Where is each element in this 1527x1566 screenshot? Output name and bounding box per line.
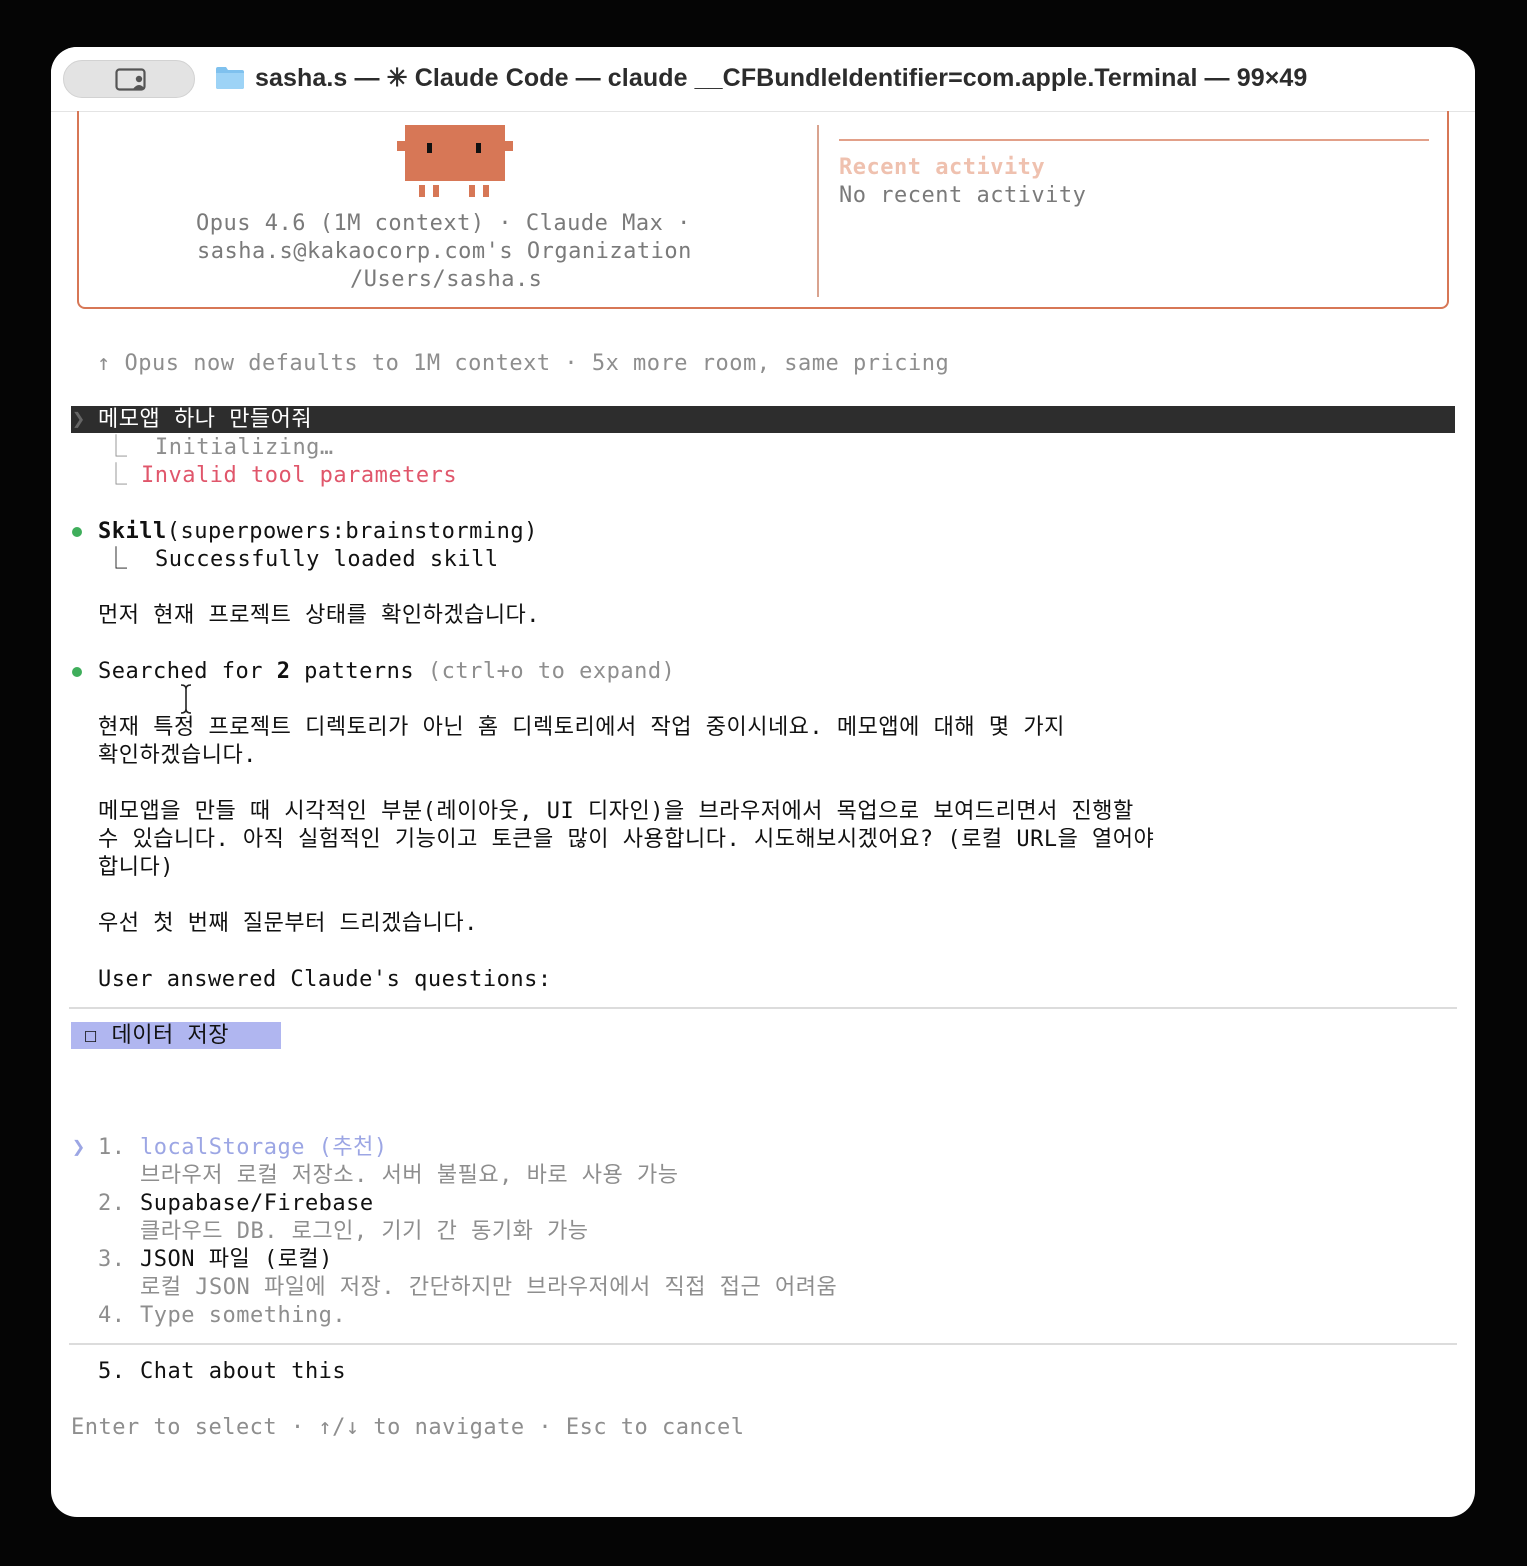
option-number: 1. [98,1135,126,1160]
assistant-message-2: 현재 특정 프로젝트 디렉토리가 아닌 홈 디렉토리에서 작업 중이시네요. 메… [98,715,1065,740]
assistant-message-3-cont: 수 있습니다. 아직 실험적인 기능이고 토큰을 많이 사용합니다. 시도해보시… [98,827,1155,852]
option-description: 로컬 JSON 파일에 저장. 간단하지만 브라우저에서 직접 접근 어려움 [140,1275,838,1300]
option-number: 4. [98,1303,126,1328]
option-label: localStorage (추천) [140,1135,388,1160]
keyboard-hint: Enter to select · ↑/↓ to navigate · Esc … [71,1415,745,1440]
working-directory: /Users/sasha.s [350,267,543,292]
skill-result: ⎿ Successfully loaded skill [105,547,499,572]
selection-caret-icon: ❯ [72,1135,86,1160]
assistant-message-4: 우선 첫 번째 질문부터 드리겠습니다. [98,911,478,936]
option-label: Supabase/Firebase [140,1191,374,1216]
prompt-caret-icon: ❯ [72,407,86,432]
notice-line: ↑ Opus now defaults to 1M context · 5x m… [97,351,950,376]
sidebar-toggle-button[interactable] [63,60,195,98]
recent-activity-value: No recent activity [839,183,1087,208]
option-label: Type something. [140,1303,347,1328]
option-label: Chat about this [140,1359,347,1384]
option-number: 5. [98,1359,126,1384]
terminal-window: sasha.s — ✳ Claude Code — claude __CFBun… [51,47,1475,1517]
assistant-message-2-cont: 확인하겠습니다. [98,743,257,768]
option-number: 2. [98,1191,126,1216]
option-label: JSON 파일 (로컬) [140,1247,333,1272]
assistant-message-3-end: 합니다) [98,855,174,880]
recent-activity-title: Recent activity [839,155,1046,180]
skill-args: (superpowers:brainstorming) [166,519,538,544]
title-bar: sasha.s — ✳ Claude Code — claude __CFBun… [51,47,1475,112]
assistant-message-1: 먼저 현재 프로젝트 상태를 확인하겠습니다. [98,603,541,628]
assistant-message-5: User answered Claude's questions: [98,967,552,992]
panel-divider [817,125,819,297]
model-info: Opus 4.6 (1M context) · Claude Max · [196,211,691,236]
recent-divider [839,139,1429,141]
option-number: 3. [98,1247,126,1272]
folder-icon [216,67,244,89]
window-title: sasha.s — ✳ Claude Code — claude __CFBun… [255,64,1308,92]
error-message: Invalid tool parameters [141,463,458,488]
skill-name: Skill [98,519,167,544]
question-tab-label: ☐ 데이터 저장 [84,1023,229,1048]
search-summary[interactable]: Searched for 2 patterns (ctrl+o to expan… [98,658,675,686]
success-dot-icon [72,667,82,677]
organization-info: sasha.s@kakaocorp.com's Organization [197,239,692,264]
option-description: 클라우드 DB. 로그인, 기기 간 동기화 가능 [140,1219,589,1244]
divider [69,1007,1457,1009]
success-dot-icon [72,527,82,537]
window-person-icon [115,68,146,91]
text-cursor-icon [180,684,192,714]
claude-mascot-icon [397,125,513,197]
assistant-message-3: 메모앱을 만들 때 시각적인 부분(레이아웃, UI 디자인)을 브라우저에서 … [98,799,1134,824]
option-description: 브라우저 로컬 저장소. 서버 불필요, 바로 사용 가능 [140,1163,679,1188]
divider [69,1343,1457,1345]
status-initializing: ⎿ Initializing… [105,435,334,460]
skill-call: Skill(superpowers:brainstorming) [98,518,538,546]
user-prompt-text: 메모앱 하나 만들어줘 [98,407,313,432]
